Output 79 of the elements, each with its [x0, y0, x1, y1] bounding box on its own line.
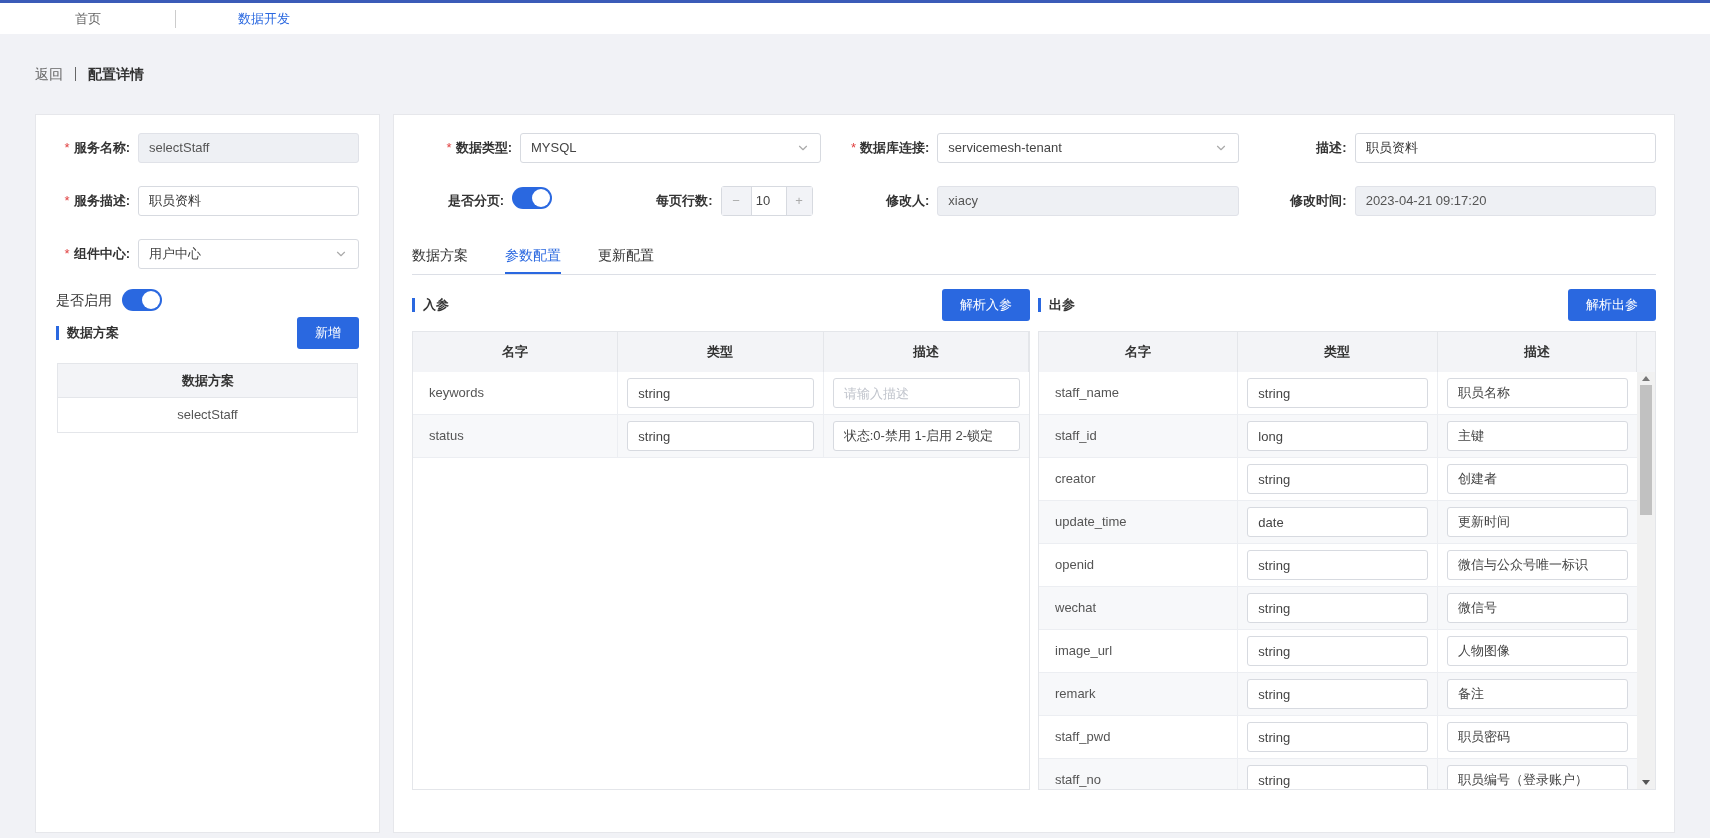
tab[interactable]: 更新配置: [598, 238, 654, 274]
section-title: 出参: [1049, 296, 1075, 315]
description-field[interactable]: 职员编号（登录账户）: [1446, 765, 1628, 789]
nav-tab[interactable]: 数据开发: [176, 8, 351, 29]
page-title: 配置详情: [88, 64, 144, 84]
description-field[interactable]: 状态:0-禁用 1-启用 2-锁定: [832, 421, 1020, 451]
text-field[interactable]: 职员资料: [138, 186, 359, 216]
scroll-up-icon[interactable]: [1642, 376, 1650, 381]
action-button[interactable]: 解析入参: [942, 289, 1030, 321]
table-cell-text: staff_pwd: [1055, 728, 1111, 747]
field-label: 描述:: [1316, 139, 1347, 158]
column-header: 数据方案: [58, 364, 357, 398]
description-field[interactable]: 主键: [1446, 421, 1628, 451]
required-mark: *: [64, 139, 70, 158]
table-cell-text: staff_id: [1055, 427, 1097, 446]
required-mark: *: [446, 139, 452, 158]
section-title: 入参: [423, 296, 449, 315]
tab[interactable]: 参数配置: [505, 238, 561, 274]
description-field[interactable]: 创建者: [1446, 464, 1628, 494]
description-field[interactable]: 更新时间: [1446, 507, 1628, 537]
nav-tab[interactable]: 首页: [0, 8, 175, 29]
type-field[interactable]: string: [1247, 378, 1428, 408]
type-field[interactable]: string: [1247, 550, 1428, 580]
type-field[interactable]: string: [1247, 636, 1428, 666]
type-field[interactable]: string: [1247, 464, 1428, 494]
type-field[interactable]: string: [1247, 593, 1428, 623]
field-label: 是否分页:: [447, 192, 504, 211]
field-label: 修改时间:: [1290, 192, 1347, 211]
description-field[interactable]: 职员名称: [1446, 378, 1628, 408]
table-cell-text: wechat: [1055, 599, 1097, 618]
select-field[interactable]: MYSQL: [520, 133, 822, 163]
table-cell[interactable]: selectStaff: [177, 405, 238, 425]
type-field[interactable]: string: [1247, 765, 1428, 789]
table-cell-text: creator: [1055, 470, 1096, 489]
field-label: 组件中心:: [73, 245, 130, 264]
scroll-down-icon[interactable]: [1642, 780, 1650, 785]
table-cell-text: update_time: [1055, 513, 1127, 532]
table-cell-text: keywords: [429, 384, 484, 403]
type-field[interactable]: string: [627, 378, 814, 408]
type-field[interactable]: string: [1247, 722, 1428, 752]
description-field[interactable]: 备注: [1446, 679, 1628, 709]
scrollbar[interactable]: [1637, 372, 1655, 789]
table-cell-text: openid: [1055, 556, 1095, 575]
description-field[interactable]: 请输入描述: [832, 378, 1020, 408]
text-field[interactable]: 职员资料: [1354, 133, 1656, 163]
field-label: 修改人:: [886, 192, 930, 211]
section-title: 数据方案: [67, 324, 119, 343]
scrollbar-thumb[interactable]: [1640, 385, 1652, 515]
required-mark: *: [850, 139, 856, 158]
back-link[interactable]: 返回: [35, 63, 63, 85]
select-field[interactable]: 用户中心: [138, 239, 359, 269]
description-field[interactable]: 职员密码: [1446, 722, 1628, 752]
select-field[interactable]: servicemesh-tenant: [937, 133, 1239, 163]
action-button[interactable]: 新增: [297, 317, 359, 349]
table-cell-text: remark: [1055, 685, 1096, 704]
field-label: 是否启用: [56, 290, 112, 310]
number-value: 10: [754, 192, 772, 211]
toggle-switch[interactable]: [512, 186, 552, 209]
field-label: 数据类型:: [455, 139, 512, 158]
tab[interactable]: 数据方案: [412, 238, 468, 274]
required-mark: *: [64, 192, 70, 211]
table-cell-text: status: [429, 427, 464, 446]
field-label: 数据库连接:: [860, 139, 930, 158]
field-label: 每页行数:: [656, 192, 713, 211]
required-mark: *: [64, 245, 70, 264]
type-field[interactable]: date: [1247, 507, 1428, 537]
field-label: 服务名称:: [73, 139, 130, 158]
type-field[interactable]: string: [1247, 679, 1428, 709]
description-field[interactable]: 微信与公众号唯一标识: [1446, 550, 1628, 580]
type-field[interactable]: string: [627, 421, 814, 451]
description-field[interactable]: 微信号: [1446, 593, 1628, 623]
toggle-switch[interactable]: [122, 289, 162, 311]
field-label: 服务描述:: [73, 192, 130, 211]
description-field[interactable]: 人物图像: [1446, 636, 1628, 666]
type-field[interactable]: long: [1247, 421, 1428, 451]
action-button[interactable]: 解析出参: [1568, 289, 1656, 321]
table-cell-text: image_url: [1055, 642, 1113, 661]
table-cell-text: staff_no: [1055, 771, 1102, 789]
table-cell-text: staff_name: [1055, 384, 1120, 403]
